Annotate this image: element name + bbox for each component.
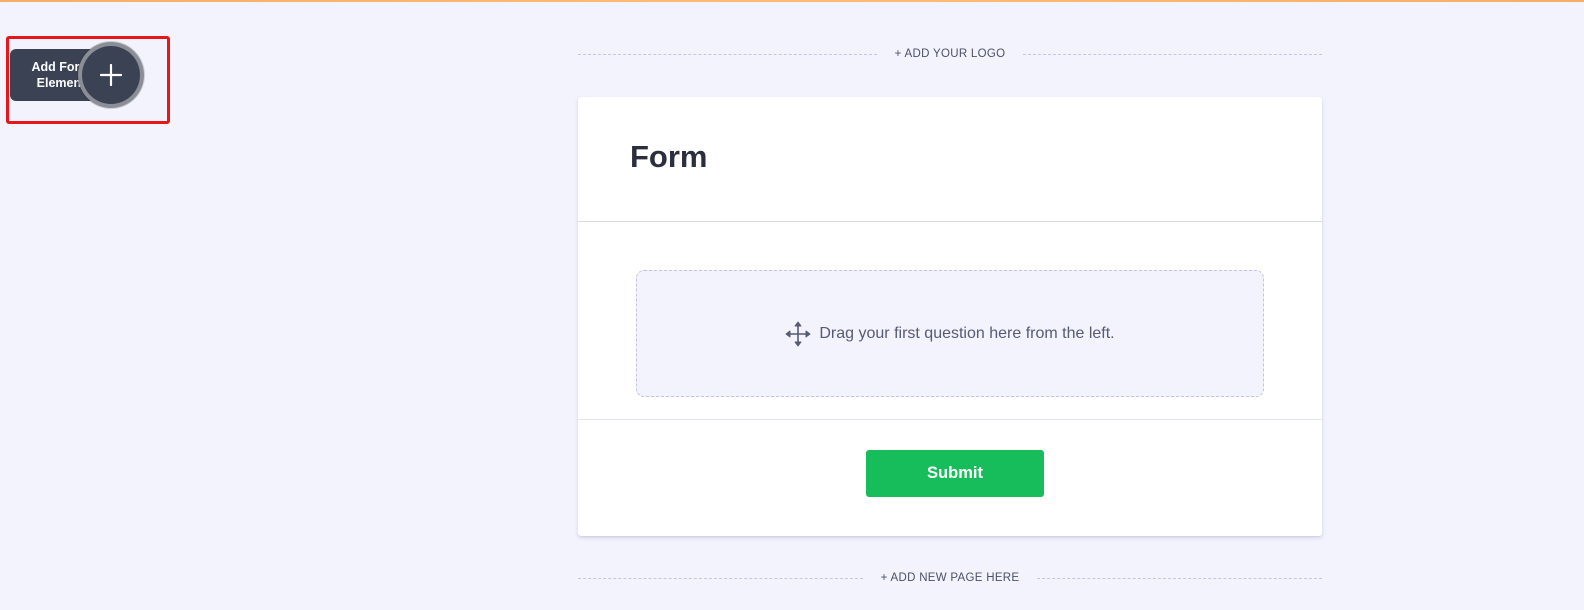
form-card: Form Drag your first question here from … bbox=[578, 97, 1322, 536]
drop-zone-text: Drag your first question here from the l… bbox=[819, 324, 1115, 342]
add-logo-divider: + ADD YOUR LOGO bbox=[578, 47, 1323, 61]
highlight-annotation-box bbox=[6, 36, 170, 124]
add-logo-link[interactable]: + ADD YOUR LOGO bbox=[877, 48, 1024, 60]
dashed-line bbox=[1023, 53, 1323, 55]
form-title[interactable]: Form bbox=[630, 139, 708, 175]
form-header[interactable]: Form bbox=[578, 97, 1322, 222]
dashed-line bbox=[1037, 577, 1323, 579]
form-footer: Submit bbox=[578, 419, 1322, 537]
submit-button[interactable]: Submit bbox=[866, 450, 1044, 497]
question-drop-zone[interactable]: Drag your first question here from the l… bbox=[636, 270, 1264, 397]
dashed-line bbox=[578, 53, 877, 55]
move-arrows-icon bbox=[785, 321, 811, 346]
dashed-line bbox=[578, 577, 863, 579]
add-new-page-link[interactable]: + ADD NEW PAGE HERE bbox=[863, 572, 1038, 584]
top-accent-bar bbox=[0, 0, 1584, 2]
add-page-divider: + ADD NEW PAGE HERE bbox=[578, 571, 1323, 585]
